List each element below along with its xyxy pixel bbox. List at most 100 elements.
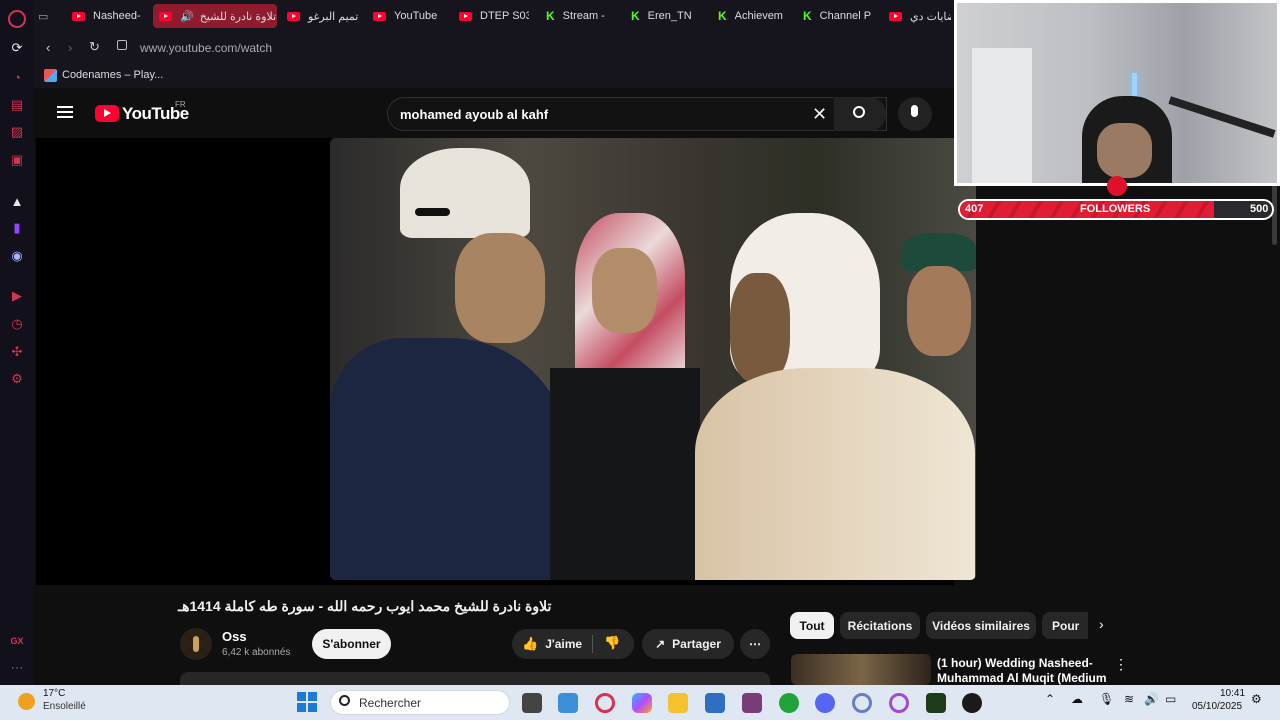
search-button[interactable] — [834, 97, 886, 131]
youtube-icon — [889, 11, 902, 21]
cloud-icon[interactable]: ☁ — [1071, 692, 1083, 706]
terminal-icon[interactable] — [926, 693, 946, 713]
chip-recitations[interactable]: Récitations — [840, 612, 920, 639]
streamer-face — [1097, 123, 1152, 178]
chip-tout[interactable]: Tout — [790, 612, 834, 639]
share-button[interactable]: ↗ Partager — [642, 629, 734, 659]
more-icon[interactable]: ⋯ — [9, 660, 25, 676]
gx-control-icon[interactable]: ▤ — [9, 97, 25, 113]
settings-icon[interactable]: ⚙ — [9, 371, 25, 387]
twitch-icon[interactable]: ▮ — [9, 220, 25, 236]
notification-icon[interactable]: ⚙ — [1251, 692, 1262, 706]
app-icon[interactable] — [742, 693, 762, 713]
gx-corner-icon[interactable]: ▨ — [9, 124, 25, 140]
hamburger-menu-icon[interactable] — [57, 106, 73, 118]
extensions-icon[interactable]: ✣ — [9, 344, 25, 360]
sync-icon[interactable]: ⟳ — [9, 40, 25, 56]
youtube-header: YouTube FR mohamed ayoub al kahf ✕ — [34, 88, 954, 138]
battery-icon[interactable]: ▭ — [1165, 692, 1176, 706]
search-input[interactable]: mohamed ayoub al kahf — [400, 107, 548, 122]
region-code: FR — [175, 100, 186, 109]
discord-icon[interactable]: ◉ — [9, 248, 25, 264]
search-box[interactable]: mohamed ayoub al kahf ✕ — [387, 97, 887, 131]
suggestion-thumbnail[interactable] — [791, 654, 931, 685]
wifi-icon[interactable]: ≋ — [1124, 692, 1134, 706]
chip-pour[interactable]: Pour — [1042, 612, 1088, 639]
tab-stream[interactable]: K Stream - — [546, 4, 616, 28]
thumbs-down-icon[interactable]: 👎 — [604, 635, 620, 651]
more-actions-button[interactable]: ⋯ — [740, 629, 770, 659]
youtube-icon — [459, 11, 472, 21]
bookmark-codenames[interactable]: Codenames – Play... — [62, 69, 163, 81]
clock-time[interactable]: 10:41 — [1220, 688, 1245, 699]
copilot-icon[interactable] — [632, 693, 652, 713]
tab-menu-icon[interactable]: ▭ — [38, 4, 58, 28]
subscribe-button[interactable]: S'abonner — [312, 629, 391, 659]
headdress-left — [400, 148, 530, 238]
tab-eren[interactable]: K Eren_TN — [631, 4, 701, 28]
clear-search-icon[interactable]: ✕ — [812, 104, 827, 125]
tab-tamim[interactable]: تميم البرغو — [287, 4, 359, 28]
lock-icon — [117, 40, 127, 50]
video-player[interactable] — [36, 138, 976, 585]
speed-dial-icon[interactable]: ◔ — [9, 69, 25, 85]
taskbar-search-box[interactable]: Rechercher — [330, 690, 510, 715]
chip-similar-videos[interactable]: Vidéos similaires — [926, 612, 1036, 639]
player-icon[interactable]: ▣ — [9, 152, 25, 168]
sun-icon[interactable] — [18, 693, 35, 710]
file-explorer-icon[interactable] — [668, 693, 688, 713]
opera-logo-icon[interactable] — [8, 10, 26, 28]
codenames-icon — [44, 69, 57, 82]
youtube-logo-icon[interactable] — [95, 105, 119, 122]
thumbs-up-icon[interactable]: 👍 — [522, 636, 538, 652]
opera-air-icon[interactable] — [889, 693, 909, 713]
discord-taskbar-icon[interactable] — [815, 693, 835, 713]
followers-label: FOLLOWERS — [1080, 203, 1151, 215]
door — [972, 48, 1032, 183]
face-right — [730, 273, 790, 383]
kick-icon[interactable]: ▲ — [9, 193, 25, 209]
temperature[interactable]: 17°C — [43, 688, 65, 699]
widgets-icon[interactable] — [558, 693, 578, 713]
voice-search-button[interactable] — [898, 97, 932, 131]
url-field[interactable]: www.youtube.com/watch — [140, 41, 272, 55]
tab-active-video[interactable]: 🔊 تلاوة نادرة للشيخ — [153, 4, 277, 28]
tab-last[interactable]: ضايات دي — [889, 4, 951, 28]
tab-dtep[interactable]: DTEP S03 — [459, 4, 529, 28]
tab-nasheed[interactable]: Nasheed- — [72, 4, 142, 28]
windows-start-icon[interactable] — [297, 692, 317, 712]
opera-taskbar-icon[interactable] — [852, 693, 872, 713]
back-icon[interactable]: ‹ — [46, 40, 50, 55]
bookmarks-bar: Codenames – Play... — [34, 64, 954, 88]
task-view-icon[interactable] — [522, 693, 542, 713]
gx-label: GX — [10, 636, 24, 646]
channel-avatar[interactable] — [180, 628, 212, 660]
tab-channel[interactable]: K Channel P — [803, 4, 873, 28]
show-hidden-icons-icon[interactable]: ⌃ — [1045, 692, 1055, 706]
chevron-right-icon[interactable]: › — [1099, 616, 1104, 632]
forward-icon[interactable]: › — [68, 40, 72, 55]
suggestion-title[interactable]: (1 hour) Wedding Nasheed- Muhammad Al Mu… — [937, 656, 1107, 685]
share-icon: ↗ — [655, 637, 666, 651]
volume-icon[interactable]: 🔊 — [1144, 692, 1159, 706]
agal-left — [415, 208, 450, 216]
obs-icon[interactable] — [962, 693, 982, 713]
video-thumbnail-image[interactable] — [330, 138, 976, 580]
description-box[interactable] — [180, 672, 770, 686]
like-button[interactable]: J'aime — [545, 637, 582, 651]
address-bar: ‹ › ↻ www.youtube.com/watch — [34, 32, 954, 64]
tab-achievements[interactable]: K Achievem — [718, 4, 788, 28]
history-icon[interactable]: ◷ — [9, 316, 25, 332]
weather-condition[interactable]: Ensoleillé — [43, 701, 86, 712]
suggestion-menu-icon[interactable]: ⋮ — [1114, 656, 1128, 673]
channel-name[interactable]: Oss — [222, 629, 247, 644]
xbox-icon[interactable] — [779, 693, 799, 713]
opera-gx-taskbar-icon[interactable] — [595, 693, 615, 713]
clock-date[interactable]: 05/10/2025 — [1192, 701, 1242, 712]
microphone-icon[interactable]: 🎙 — [1099, 692, 1114, 706]
reload-icon[interactable]: ↻ — [89, 39, 100, 55]
speaker-icon[interactable]: 🔊 — [180, 10, 194, 23]
tab-youtube[interactable]: YouTube — [373, 4, 445, 28]
store-icon[interactable] — [705, 693, 725, 713]
play-icon[interactable]: ▶ — [9, 288, 25, 304]
